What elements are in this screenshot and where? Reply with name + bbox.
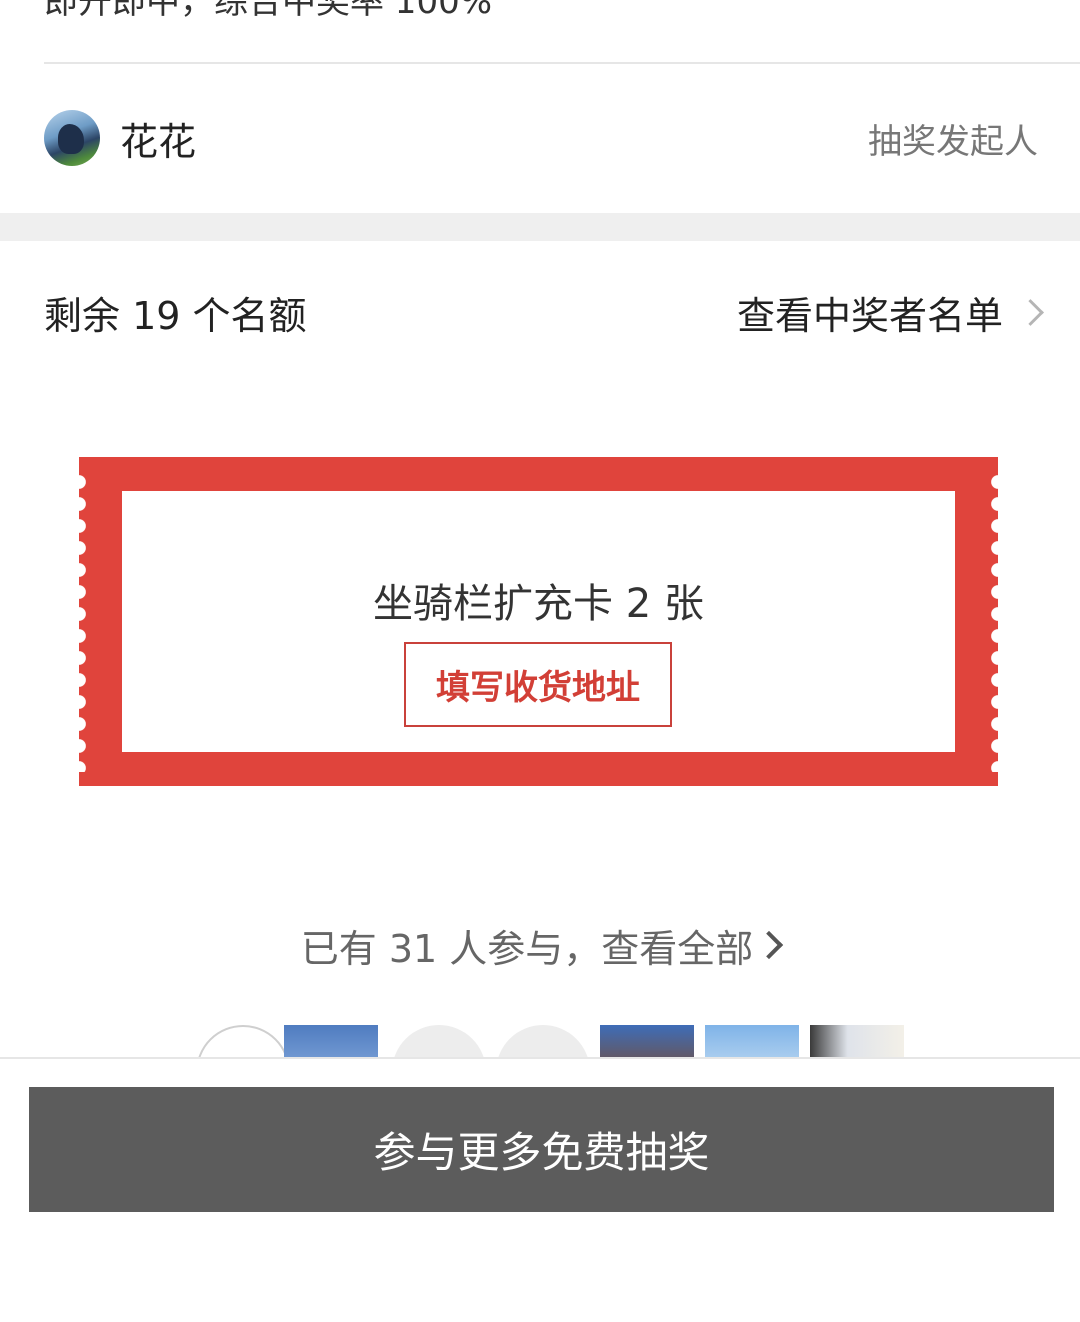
initiator-row[interactable]: 花花 抽奖发起人 [44,110,1038,166]
lottery-detail-page: 即开即中，综合中奖率 100% 花花 抽奖发起人 剩余 19 个名额 查看中奖者… [0,0,1080,1322]
prize-card: 坐骑栏扩充卡 2 张 填写收货地址 [122,491,955,752]
chevron-right-icon [1017,298,1044,326]
divider [44,62,1080,64]
initiator-name[interactable]: 花花 [120,111,196,166]
participant-avatar[interactable] [196,1025,290,1058]
participant-avatars [196,1025,916,1058]
ticket-perforation-left [72,471,86,772]
more-free-lottery-button[interactable]: 参与更多免费抽奖 [29,1087,1054,1212]
initiator-role-label: 抽奖发起人 [868,121,1038,162]
quota-row: 剩余 19 个名额 查看中奖者名单 [44,284,1046,340]
view-winners-link[interactable]: 查看中奖者名单 [737,285,1046,340]
fill-address-button[interactable]: 填写收货地址 [404,642,672,727]
prize-ticket: 坐骑栏扩充卡 2 张 填写收货地址 [72,457,1005,786]
participant-avatar[interactable] [705,1025,799,1058]
prize-title: 坐骑栏扩充卡 2 张 [373,581,704,627]
initiator-info: 花花 [44,110,196,166]
lottery-description-text: 即开即中，综合中奖率 100% [44,0,493,22]
chevron-right-icon [755,930,784,960]
section-separator [0,213,1080,241]
ticket-perforation-right [991,471,1005,772]
participant-avatar[interactable] [392,1025,486,1058]
participant-avatar[interactable] [496,1025,590,1058]
remaining-quota-text: 剩余 19 个名额 [44,293,307,338]
initiator-avatar[interactable] [44,110,100,166]
participant-avatar[interactable] [284,1025,378,1058]
participants-summary: 已有 31 人参与，查看全部 [300,926,754,971]
view-all-participants-link[interactable]: 已有 31 人参与，查看全部 [0,920,1080,971]
participant-avatar[interactable] [810,1025,904,1058]
view-winners-label: 查看中奖者名单 [736,293,1003,338]
participant-avatar[interactable] [600,1025,694,1058]
